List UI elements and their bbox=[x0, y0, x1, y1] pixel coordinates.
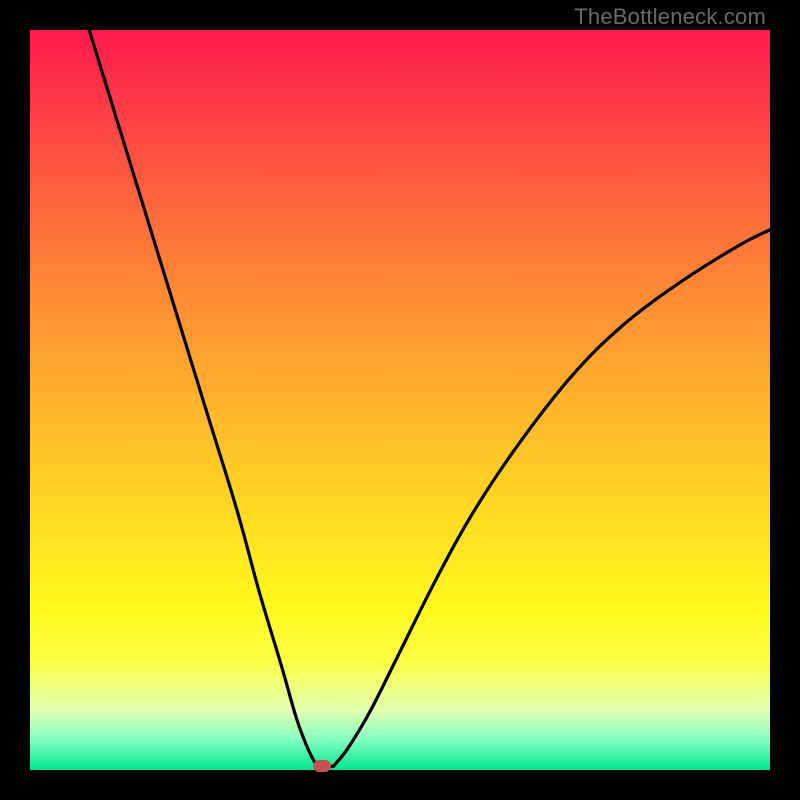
curve-right-branch bbox=[333, 230, 770, 767]
optimum-marker bbox=[313, 760, 331, 772]
plot-area bbox=[30, 30, 770, 770]
curve-left-branch bbox=[89, 30, 318, 766]
watermark-text: TheBottleneck.com bbox=[574, 4, 766, 30]
chart-frame: TheBottleneck.com bbox=[0, 0, 800, 800]
curve-layer bbox=[30, 30, 770, 770]
